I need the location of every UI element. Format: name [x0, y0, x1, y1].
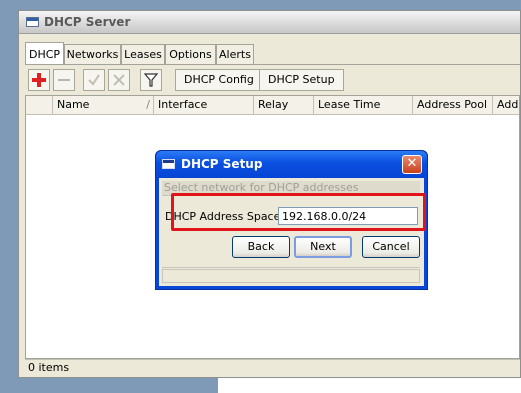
window-icon: [26, 17, 39, 27]
dialog-titlebar[interactable]: DHCP Setup ✕: [156, 151, 427, 178]
tab-dhcp[interactable]: DHCP: [25, 42, 64, 64]
close-icon[interactable]: ✕: [402, 155, 422, 174]
enable-button[interactable]: [83, 69, 105, 91]
plus-icon: [32, 73, 46, 87]
tab-divider: [25, 64, 520, 65]
filter-icon: [143, 73, 159, 87]
dialog-divider: [162, 267, 420, 268]
back-button[interactable]: Back: [232, 236, 290, 258]
toolbar: DHCP Config DHCP Setup: [25, 68, 520, 92]
column-add-arp[interactable]: Add A: [493, 96, 521, 114]
sort-indicator-icon: /: [146, 98, 150, 111]
tab-leases[interactable]: Leases: [121, 44, 165, 64]
disable-button[interactable]: [108, 69, 130, 91]
status-bar: 0 items: [25, 359, 520, 377]
window-titlebar[interactable]: DHCP Server: [19, 11, 520, 34]
minus-icon: [58, 79, 70, 81]
table-header: Name / Interface Relay Lease Time Addres…: [26, 96, 521, 115]
next-button[interactable]: Next: [294, 236, 352, 258]
add-button[interactable]: [28, 69, 50, 91]
tab-options[interactable]: Options: [165, 44, 216, 64]
tab-networks[interactable]: Networks: [64, 44, 121, 64]
dialog-title: DHCP Setup: [181, 157, 263, 171]
dhcp-config-button[interactable]: DHCP Config: [175, 69, 263, 91]
column-name[interactable]: Name /: [53, 96, 154, 114]
column-lease-time[interactable]: Lease Time: [314, 96, 413, 114]
column-label: Name: [57, 98, 90, 111]
column-interface[interactable]: Interface: [154, 96, 254, 114]
check-icon: [88, 74, 100, 86]
column-relay[interactable]: Relay: [254, 96, 314, 114]
tab-alerts[interactable]: Alerts: [216, 44, 254, 64]
column-flags[interactable]: [26, 96, 53, 114]
dhcp-setup-button[interactable]: DHCP Setup: [259, 69, 344, 91]
window-title: DHCP Server: [44, 15, 131, 29]
dialog-window-icon: [162, 159, 175, 169]
filter-button[interactable]: [140, 69, 162, 91]
cross-icon: [113, 74, 125, 86]
desktop-background: [218, 376, 521, 393]
remove-button[interactable]: [53, 69, 75, 91]
column-address-pool[interactable]: Address Pool: [413, 96, 493, 114]
cancel-button[interactable]: Cancel: [362, 236, 420, 258]
dialog-status-bar: [162, 269, 420, 283]
highlight-box: [171, 193, 426, 231]
